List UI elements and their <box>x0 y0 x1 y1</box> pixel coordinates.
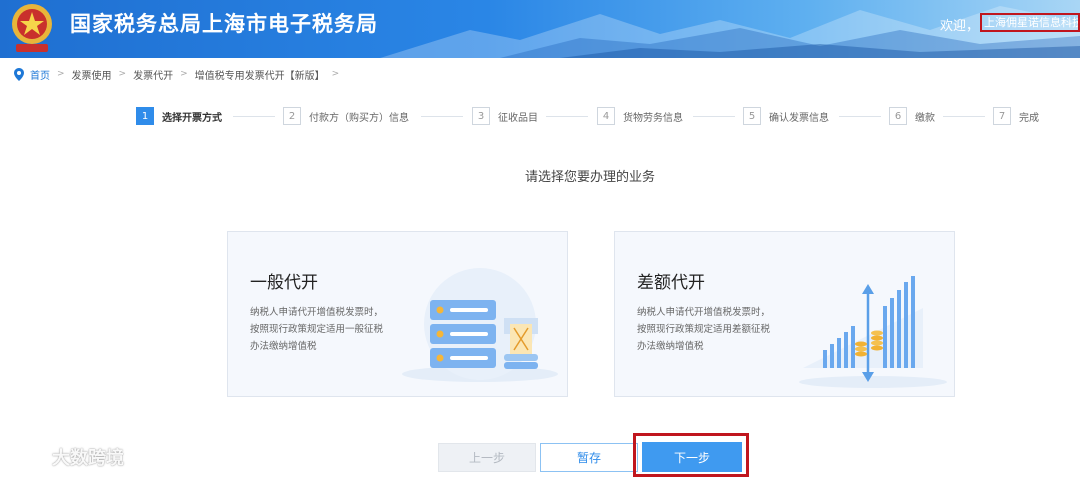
step-number: 7 <box>993 107 1011 125</box>
bar-chart-coins-icon <box>799 276 947 388</box>
card-desc-line: 纳税人申请代开增值税发票时， <box>637 307 771 318</box>
chevron-right-icon: > <box>57 69 65 79</box>
step-1: 1 选择开票方式 <box>136 106 222 126</box>
step-number: 5 <box>743 107 761 125</box>
step-number: 4 <box>597 107 615 125</box>
step-number: 6 <box>889 107 907 125</box>
card-desc-line: 办法缴纳增值税 <box>250 341 317 352</box>
step-connector <box>839 116 881 117</box>
step-connector <box>421 116 463 117</box>
chevron-right-icon: > <box>118 69 127 79</box>
step-6: 6 缴款 <box>889 106 935 126</box>
server-stack-icon <box>402 268 558 382</box>
save-draft-button[interactable]: 暂存 <box>540 443 638 472</box>
watermark-logo-icon <box>10 447 45 467</box>
watermark: 大数跨境 <box>10 444 124 470</box>
step-label: 选择开票方式 <box>162 112 222 124</box>
step-number: 3 <box>472 107 490 125</box>
progress-steps: 1 选择开票方式 2 付款方（购买方）信息 3 征收品目 4 货物劳务信息 5 … <box>0 106 1080 128</box>
card-desc-line: 纳税人申请代开增值税发票时， <box>250 307 384 318</box>
step-label: 缴款 <box>915 112 935 124</box>
step-connector <box>233 116 275 117</box>
step-7: 7 完成 <box>993 106 1039 126</box>
step-number: 1 <box>136 107 154 125</box>
username-highlight[interactable]: 上海佣星诺信息科技 <box>980 13 1080 32</box>
breadcrumb-vat-special-invoice: 增值税专用发票代开【新版】 <box>194 70 325 82</box>
step-number: 2 <box>283 107 301 125</box>
card-desc-line: 按照现行政策规定适用差额征税 <box>637 324 771 335</box>
card-desc-line: 按照现行政策规定适用一般征税 <box>250 324 384 335</box>
card-title: 一般代开 <box>250 273 318 293</box>
site-header: 国家税务总局上海市电子税务局 欢迎， 上海佣星诺信息科技 <box>0 0 1080 58</box>
breadcrumb-invoice-issuing[interactable]: 发票代开 <box>133 67 173 82</box>
watermark-text: 大数跨境 <box>52 448 124 469</box>
card-description: 纳税人申请代开增值税发票时， 按照现行政策规定适用差额征税 办法缴纳增值税 <box>637 304 797 355</box>
card-differential-issuing[interactable]: 差额代开 纳税人申请代开增值税发票时， 按照现行政策规定适用差额征税 办法缴纳增… <box>614 231 955 397</box>
breadcrumb-home[interactable]: 首页 <box>30 67 50 82</box>
chevron-right-icon: > <box>331 69 340 79</box>
step-5: 5 确认发票信息 <box>743 106 829 126</box>
card-description: 纳税人申请代开增值税发票时， 按照现行政策规定适用一般征税 办法缴纳增值税 <box>250 304 410 355</box>
chevron-right-icon: > <box>180 69 188 79</box>
step-connector <box>693 116 735 117</box>
selection-prompt: 请选择您要办理的业务 <box>524 170 655 185</box>
site-title: 国家税务总局上海市电子税务局 <box>70 12 378 36</box>
step-connector <box>546 116 588 117</box>
step-label: 付款方（购买方）信息 <box>309 112 409 124</box>
step-label: 货物劳务信息 <box>623 112 683 124</box>
step-4: 4 货物劳务信息 <box>597 106 683 126</box>
previous-step-button[interactable]: 上一步 <box>438 443 536 472</box>
welcome-text: 欢迎， <box>940 19 980 34</box>
card-general-issuing[interactable]: 一般代开 纳税人申请代开增值税发票时， 按照现行政策规定适用一般征税 办法缴纳增… <box>227 231 568 397</box>
next-step-button[interactable]: 下一步 <box>642 442 742 472</box>
step-label: 征收品目 <box>498 112 538 124</box>
step-label: 完成 <box>1019 112 1039 124</box>
breadcrumb-invoice-usage[interactable]: 发票使用 <box>72 67 112 82</box>
step-2: 2 付款方（购买方）信息 <box>283 106 409 126</box>
tax-emblem-icon <box>12 4 52 52</box>
step-connector <box>943 116 985 117</box>
card-desc-line: 办法缴纳增值税 <box>637 341 704 352</box>
username: 上海佣星诺信息科技 <box>984 16 1080 29</box>
step-3: 3 征收品目 <box>472 106 538 126</box>
step-label: 确认发票信息 <box>769 112 829 124</box>
card-title: 差额代开 <box>637 273 705 293</box>
location-pin-icon <box>14 67 24 81</box>
breadcrumb: 首页 > 发票使用 > 发票代开 > 增值税专用发票代开【新版】 > <box>14 66 346 82</box>
